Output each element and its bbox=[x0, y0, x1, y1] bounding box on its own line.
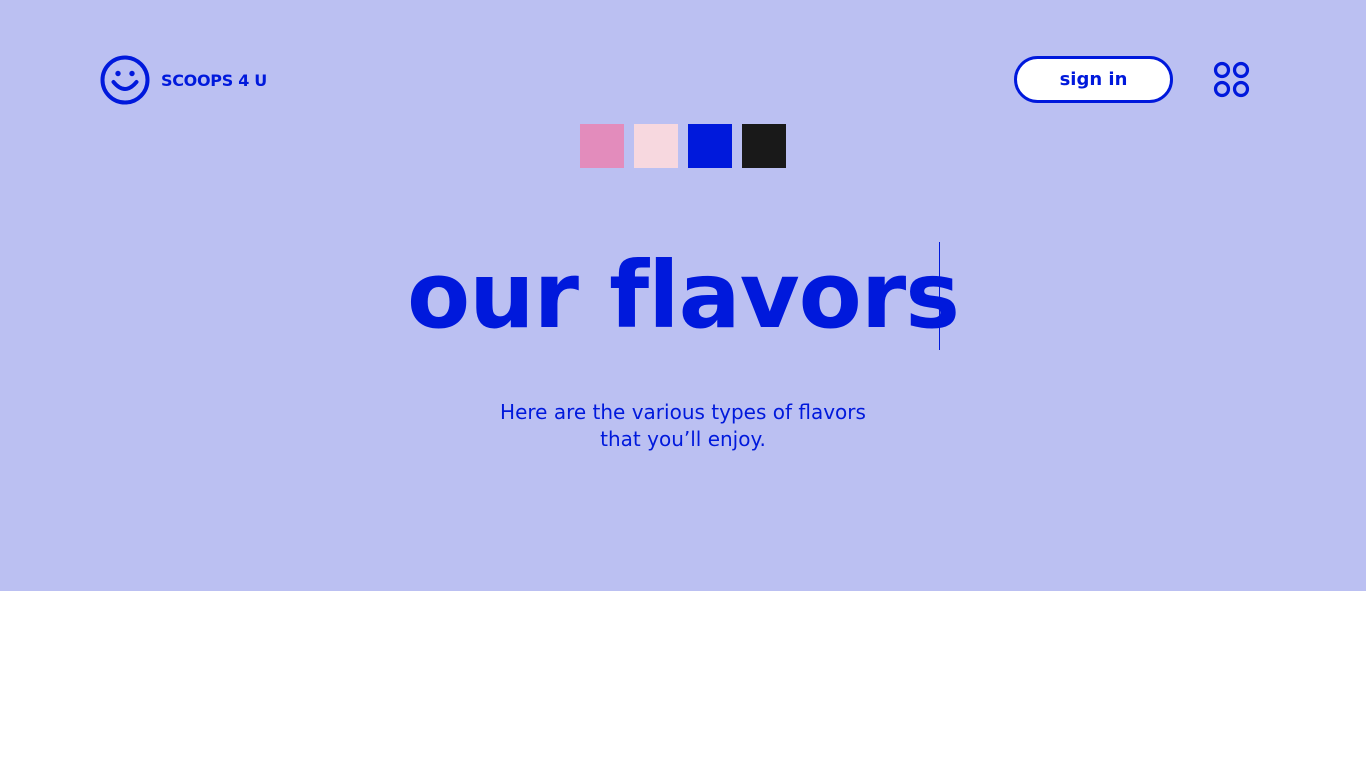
hero-subtitle: Here are the various types of flavors th… bbox=[383, 399, 983, 453]
smiley-face-icon bbox=[100, 55, 150, 105]
page-title: our flavors bbox=[406, 242, 960, 349]
text-cursor bbox=[939, 242, 940, 350]
hero-subtitle-line-1: Here are the various types of flavors bbox=[500, 400, 866, 424]
four-circles-menu-icon[interactable] bbox=[1212, 61, 1252, 99]
hero-subtitle-line-2: that you’ll enjoy. bbox=[600, 427, 766, 451]
sign-in-button[interactable]: sign in bbox=[1014, 56, 1173, 103]
brand-name: SCOOPS 4 U bbox=[161, 70, 267, 90]
swatch-black[interactable] bbox=[742, 124, 786, 168]
hero-section: SCOOPS 4 U sign in our flavors Here are … bbox=[0, 0, 1366, 591]
swatch-blue[interactable] bbox=[688, 124, 732, 168]
swatch-pink[interactable] bbox=[580, 124, 624, 168]
content-area bbox=[0, 591, 1366, 768]
swatch-light-pink[interactable] bbox=[634, 124, 678, 168]
brand-logo-link[interactable]: SCOOPS 4 U bbox=[100, 55, 267, 105]
color-swatches bbox=[580, 124, 786, 168]
